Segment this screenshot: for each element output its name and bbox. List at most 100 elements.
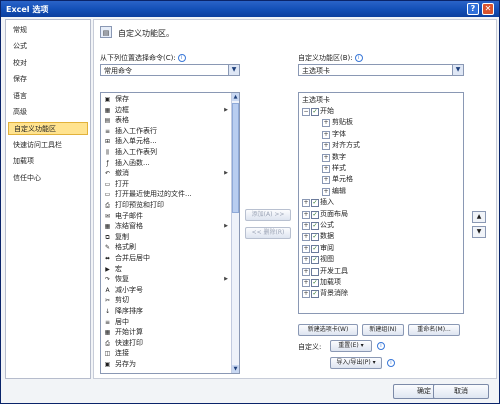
command-item[interactable]: ƒ 插入函数... [104,159,228,168]
ribbon-tab-node[interactable]: + ✓ 插入 [302,198,422,208]
command-item[interactable]: ▦ 冻结窗格 ▶ [104,222,228,231]
command-item[interactable]: ⫼ 插入工作表列 [104,148,228,157]
collapse-icon[interactable]: − [302,108,310,116]
remove-button[interactable]: << 删除(R) [245,227,291,239]
commands-list[interactable]: ▲ ▼ ▣ 保存 ▦ 边框 ▶ ▤ 表格 ≡ 插入工作表行 ⊞ 插入单元格... ⫼ 插入工作表列 ƒ 插入… [100,92,240,374]
nav-item[interactable]: 加载项 [8,155,88,168]
expand-icon[interactable]: + [302,233,310,242]
expand-icon[interactable]: + [302,290,310,299]
import-export-button[interactable]: 导入/导出(P) ▾ [330,357,382,369]
new-group-button[interactable]: 新建组(N) [362,324,404,336]
nav-item[interactable]: 公式 [8,40,88,53]
expand-icon[interactable]: + [322,130,330,139]
expand-icon[interactable]: + [302,210,310,219]
command-item[interactable]: ≡ 插入工作表行 [104,127,228,136]
command-item[interactable]: ▣ 另存为 [104,360,228,369]
expand-icon[interactable]: + [322,165,330,173]
ribbon-group-node[interactable]: + 剪贴板 [322,118,442,128]
command-item[interactable]: A 减小字号 [104,286,228,295]
ribbon-group-node[interactable]: + 数字 [322,153,442,162]
nav-item[interactable]: 快速访问工具栏 [8,139,88,152]
expand-icon[interactable]: + [302,199,310,208]
chevron-down-icon[interactable]: ▼ [452,65,463,75]
close-button[interactable]: ✕ [482,3,494,15]
tab-checkbox[interactable]: ✓ [311,256,319,265]
help-button[interactable]: ? [467,3,479,15]
tab-checkbox[interactable]: ✓ [311,210,319,219]
expand-icon[interactable]: + [302,256,310,265]
command-item[interactable]: ▣ 保存 [104,95,228,104]
ribbon-group-node[interactable]: + 编辑 [322,187,442,196]
ribbon-group-node[interactable]: + 样式 [322,164,442,173]
command-item[interactable]: ⬌ 合并后居中 [104,254,228,263]
ribbon-tab-node[interactable]: + ✓ 加载项 [302,278,422,287]
command-item[interactable]: ↶ 撤消 ▶ [104,169,228,178]
expand-icon[interactable]: + [302,222,310,230]
command-item[interactable]: ▤ 表格 [104,116,228,125]
scroll-thumb[interactable] [232,103,239,213]
command-item[interactable]: ⊞ 插入单元格... [104,137,228,146]
nav-item[interactable]: 常规 [8,24,88,37]
ribbon-tab-node[interactable]: + ✓ 公式 [302,221,422,230]
command-item[interactable]: ⎙ 打印预览和打印 [104,201,228,210]
command-item[interactable]: ✎ 格式刷 [104,243,228,252]
commands-source-dropdown[interactable]: 常用命令 ▼ [100,64,240,76]
command-item[interactable]: ▦ 边框 ▶ [104,106,228,115]
command-item[interactable]: ≡ 居中 [104,318,228,327]
tab-checkbox[interactable]: ✓ [311,108,319,116]
ribbon-tab-node[interactable]: + ✓ 审阅 [302,244,422,253]
ribbon-tab-node[interactable]: + ✓ 视图 [302,255,422,265]
expand-icon[interactable]: + [322,119,330,128]
ribbon-tab-node[interactable]: + ✓ 数据 [302,232,422,242]
ribbon-tabs-dropdown[interactable]: 主选项卡 ▼ [298,64,464,76]
command-item[interactable]: ▦ 开始计算 [104,328,228,337]
nav-item[interactable]: 高级 [8,106,88,119]
command-item[interactable]: ↷ 恢复 ▶ [104,275,228,284]
nav-item[interactable]: 语言 [8,90,88,103]
command-item[interactable]: ◫ 连接 [104,349,228,358]
expand-icon[interactable]: + [322,187,330,196]
tab-checkbox[interactable]: ✓ [311,199,319,208]
commands-scrollbar[interactable]: ▲ ▼ [231,93,239,373]
nav-item[interactable]: 自定义功能区 [8,122,88,136]
scroll-down-icon[interactable]: ▼ [232,365,239,373]
tab-checkbox[interactable]: ✓ [311,222,319,230]
scroll-up-icon[interactable]: ▲ [232,93,239,101]
command-item[interactable]: ↓ 降序排序 [104,307,228,316]
cancel-button[interactable]: 取消 [433,384,489,399]
command-item[interactable]: ✂ 剪切 [104,296,228,305]
ribbon-group-node[interactable]: + 单元格 [322,175,442,185]
move-down-button[interactable]: ▼ [472,226,486,238]
command-item[interactable]: ✉ 电子邮件 [104,212,228,221]
ribbon-tab-node[interactable]: + 开发工具 [302,267,422,276]
tab-checkbox[interactable]: ✓ [311,279,319,287]
command-item[interactable]: ▭ 打开 [104,180,228,189]
nav-item[interactable]: 保存 [8,73,88,86]
ribbon-tree[interactable]: 主选项卡 − ✓ 开始 + 剪贴板 + 字体 + 对齐方式 + 数字 + 样式 + 单元格 + 编辑 + ✓ 插入 + ✓… [298,92,464,314]
ribbon-tab-node[interactable]: − ✓ 开始 [302,107,422,116]
tab-checkbox[interactable]: ✓ [311,233,319,242]
expand-icon[interactable]: + [302,267,310,276]
rename-button[interactable]: 重命名(M)... [408,324,460,336]
nav-item[interactable]: 校对 [8,57,88,70]
command-item[interactable]: ▶ 宏 [104,265,228,274]
expand-icon[interactable]: + [322,153,330,162]
tab-checkbox[interactable] [311,267,319,276]
nav-item[interactable]: 信任中心 [8,172,88,185]
add-button[interactable]: 添加(A) >> [245,209,291,221]
command-item[interactable]: ▭ 打开最近使用过的文件... [104,190,228,199]
ribbon-group-node[interactable]: + 字体 [322,130,442,139]
tab-checkbox[interactable]: ✓ [311,290,319,299]
tab-checkbox[interactable]: ✓ [311,244,319,253]
expand-icon[interactable]: + [322,176,330,185]
move-up-button[interactable]: ▲ [472,211,486,223]
new-tab-button[interactable]: 新建选项卡(W) [298,324,358,336]
expand-icon[interactable]: + [322,142,330,151]
ribbon-tab-node[interactable]: + ✓ 背景消除 [302,289,422,299]
command-item[interactable]: ⎙ 快速打印 [104,339,228,348]
ribbon-group-node[interactable]: + 对齐方式 [322,141,442,151]
chevron-down-icon[interactable]: ▼ [228,65,239,75]
expand-icon[interactable]: + [302,244,310,253]
ribbon-tab-node[interactable]: + ✓ 页面布局 [302,210,422,219]
reset-button[interactable]: 重置(E) ▾ [330,340,372,352]
